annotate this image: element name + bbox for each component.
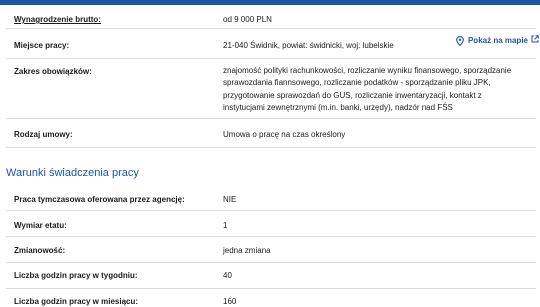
- detail-row-contract: Rodzaj umowy: Umowa o pracę na czas okre…: [6, 119, 536, 148]
- condition-value-temp-agency: NIE: [223, 195, 237, 204]
- condition-label-monthly-hours: Liczba godzin pracy w miesiącu:: [14, 297, 139, 306]
- detail-value-salary: od 9 000 PLN: [223, 15, 272, 24]
- detail-value-workplace: 21-040 Świdnik, powiat: świdnicki, woj: …: [223, 41, 394, 50]
- detail-label-duties: Zakres obowiązków:: [14, 67, 92, 76]
- condition-value-weekly-hours: 40: [223, 271, 232, 280]
- map-pin-icon: [456, 35, 464, 46]
- condition-label-shifts: Zmianowość:: [14, 246, 66, 255]
- external-link-icon: [531, 34, 539, 43]
- detail-value-contract: Umowa o pracę na czas określony: [223, 130, 346, 139]
- condition-label-fte: Wymiar etatu:: [14, 221, 67, 230]
- condition-row-temp-agency: Praca tymczasowa oferowana przez agencję…: [6, 185, 536, 211]
- condition-label-temp-agency: Praca tymczasowa oferowana przez agencję…: [14, 195, 185, 204]
- condition-row-shifts: Zmianowość: jedna zmiana: [6, 237, 536, 263]
- detail-label-workplace: Miejsce pracy:: [14, 41, 70, 50]
- show-on-map-label: Pokaż na mapie: [467, 36, 528, 45]
- detail-label-salary: Wynagrodzenie brutto:: [14, 15, 101, 24]
- condition-row-weekly-hours: Liczba godzin pracy w tygodniu: 40: [6, 263, 536, 289]
- condition-value-shifts: jedna zmiana: [223, 246, 271, 255]
- condition-row-monthly-hours: Liczba godzin pracy w miesiącu: 160: [6, 289, 536, 306]
- detail-row-salary: Wynagrodzenie brutto: od 9 000 PLN: [6, 0, 536, 29]
- detail-label-contract: Rodzaj umowy:: [14, 130, 73, 139]
- condition-value-monthly-hours: 160: [223, 297, 237, 306]
- condition-label-weekly-hours: Liczba godzin pracy w tygodniu:: [14, 271, 138, 280]
- detail-value-duties: znajomość polityki rachunkowości, rozlic…: [223, 66, 512, 112]
- detail-row-duties: Zakres obowiązków: znajomość polityki ra…: [6, 59, 536, 119]
- section-title-conditions: Warunki świadczenia pracy: [6, 167, 139, 179]
- condition-row-fte: Wymiar etatu: 1: [6, 211, 536, 237]
- show-on-map-link[interactable]: Pokaż na mapie: [456, 34, 539, 46]
- condition-value-fte: 1: [223, 221, 228, 230]
